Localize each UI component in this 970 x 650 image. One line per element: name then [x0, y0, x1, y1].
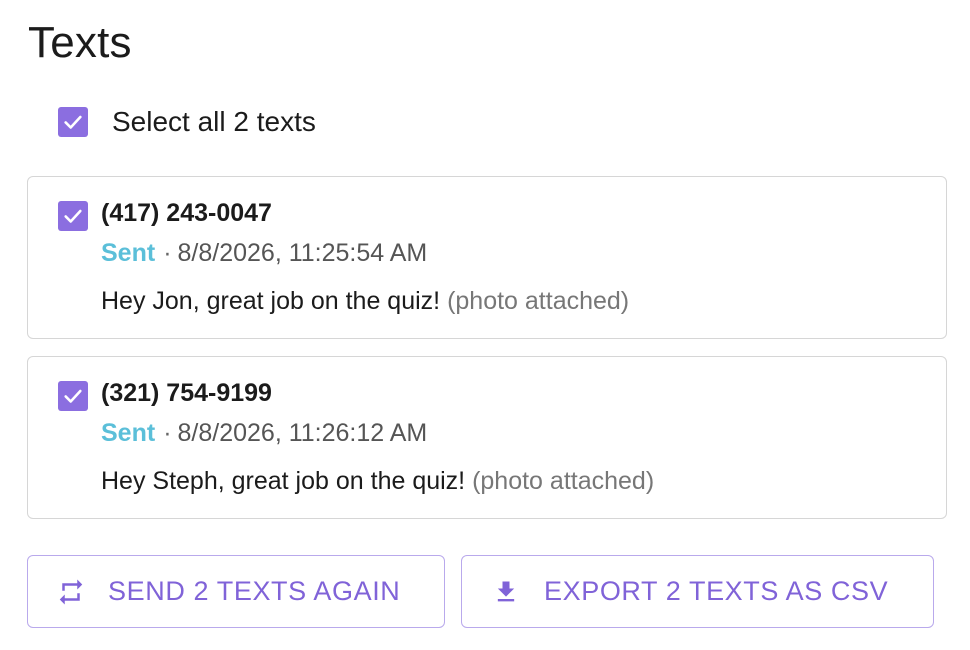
text-message-card: (417) 243-0047 Sent · 8/8/2026, 11:25:54 A… — [27, 176, 947, 339]
attachment-note: (photo attached) — [472, 467, 655, 495]
message-meta: Sent · 8/8/2026, 11:26:12 AM — [101, 419, 427, 448]
export-csv-button[interactable]: EXPORT 2 TEXTS AS CSV — [461, 555, 934, 628]
message-text: Hey Jon, great job on the quiz! — [101, 287, 441, 315]
select-all-label: Select all 2 texts — [112, 106, 316, 137]
select-all-control[interactable]: Select all 2 texts — [58, 106, 316, 138]
checkmark-icon — [64, 115, 82, 129]
status-badge: Sent — [101, 239, 156, 267]
checkmark-icon — [64, 209, 82, 223]
status-badge: Sent — [101, 419, 156, 447]
send-again-label: SEND 2 TEXTS AGAIN — [108, 576, 401, 606]
meta-separator: · — [163, 419, 172, 447]
message-meta: Sent · 8/8/2026, 11:25:54 AM — [101, 239, 427, 268]
message-text: Hey Steph, great job on the quiz! — [101, 467, 466, 495]
message-checkbox[interactable] — [58, 381, 88, 411]
attachment-note: (photo attached) — [447, 287, 630, 315]
checkmark-icon — [64, 389, 82, 403]
recipient-phone: (417) 243-0047 — [101, 199, 272, 227]
text-message-card: (321) 754-9199 Sent · 8/8/2026, 11:26:12 A… — [27, 356, 947, 519]
send-again-button[interactable]: SEND 2 TEXTS AGAIN — [27, 555, 445, 628]
export-csv-label: EXPORT 2 TEXTS AS CSV — [544, 576, 889, 606]
message-checkbox[interactable] — [58, 201, 88, 231]
message-body: Hey Steph, great job on the quiz! (photo… — [101, 467, 654, 496]
message-body: Hey Jon, great job on the quiz! (photo a… — [101, 287, 629, 316]
message-timestamp: 8/8/2026, 11:26:12 AM — [177, 419, 428, 447]
select-all-checkbox[interactable] — [58, 107, 88, 137]
recipient-phone: (321) 754-9199 — [101, 379, 272, 407]
page-title: Texts — [28, 18, 132, 67]
meta-separator: · — [163, 239, 172, 267]
download-icon — [492, 577, 520, 607]
message-timestamp: 8/8/2026, 11:25:54 AM — [177, 239, 428, 267]
repeat-icon — [56, 577, 86, 607]
